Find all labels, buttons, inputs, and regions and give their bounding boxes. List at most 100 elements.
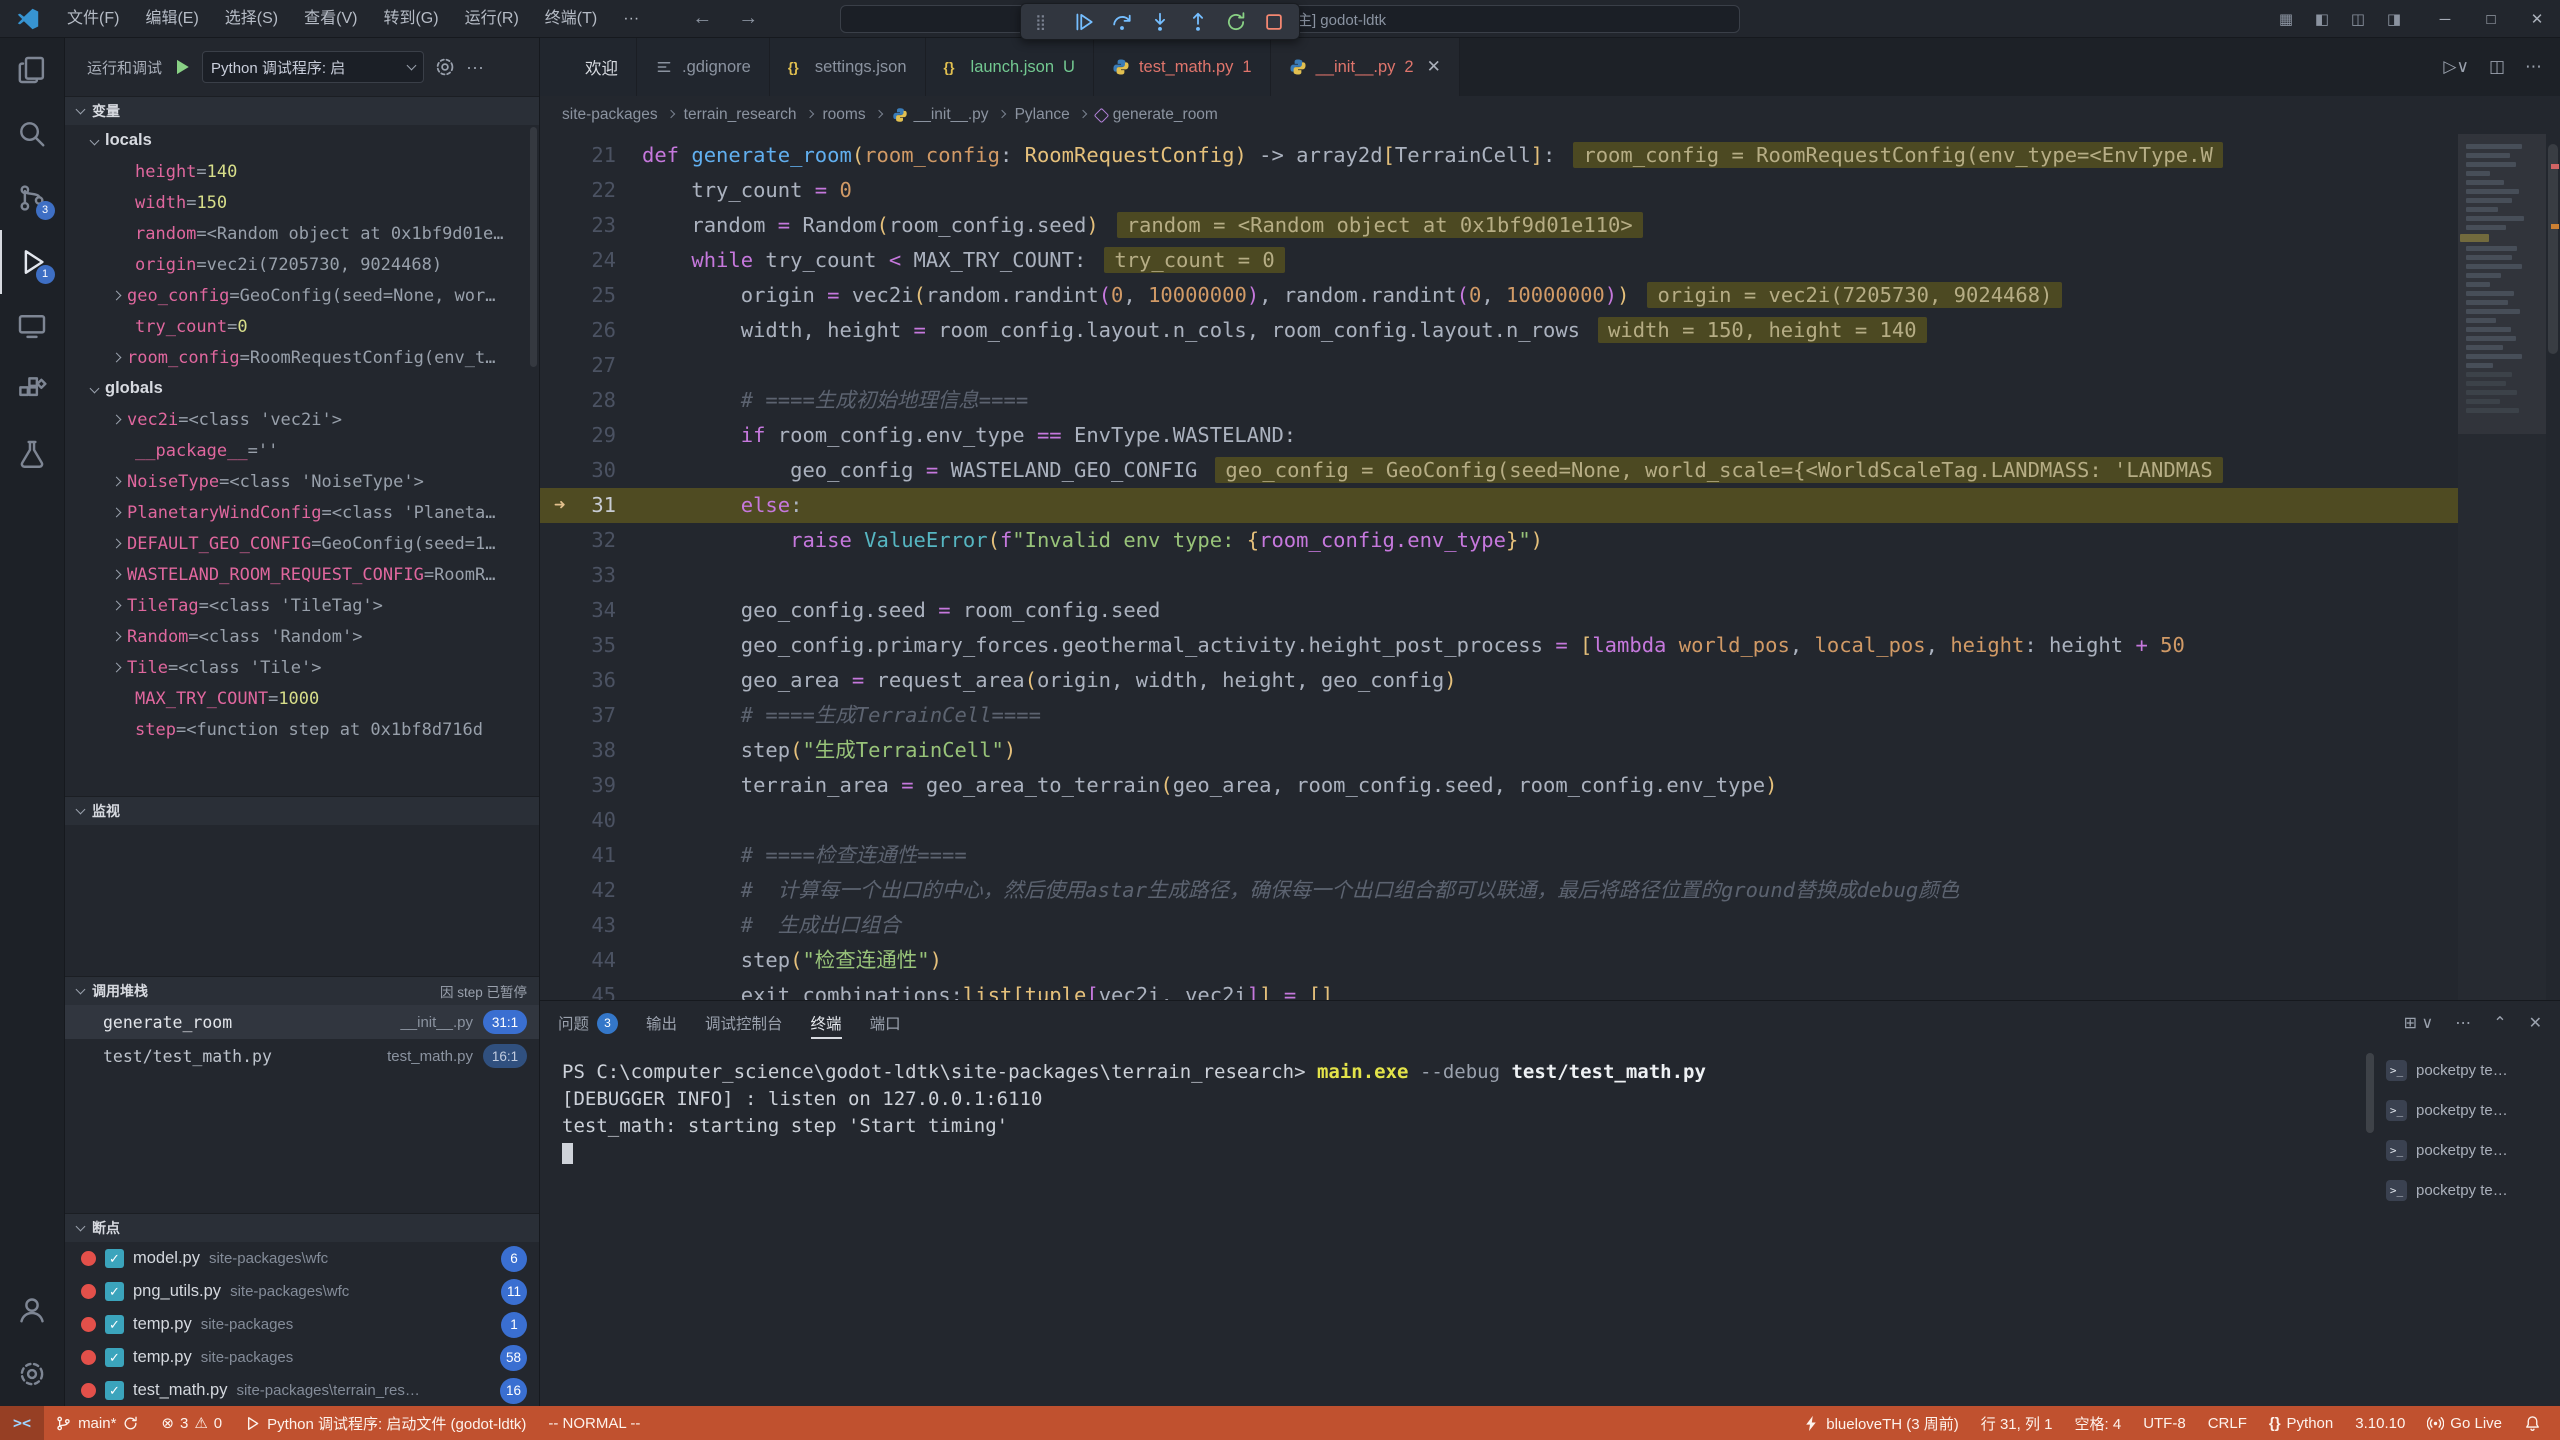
variable-row[interactable]: room_config = RoomRequestConfig(env_t… (65, 342, 539, 373)
code-line-40[interactable]: 40 (540, 803, 2546, 838)
step-out-icon[interactable] (1181, 7, 1215, 37)
sidebar-left-icon[interactable]: ◧ (2306, 10, 2338, 28)
new-terminal-icon[interactable]: ⊞ ∨ (2404, 1013, 2434, 1033)
terminal-scrollbar[interactable] (2366, 1053, 2374, 1133)
run-python-file-icon[interactable]: ▷∨ (2443, 57, 2469, 77)
breakpoint-row[interactable]: ✓temp.pysite-packages1 (65, 1308, 539, 1341)
checkbox-checked-icon[interactable]: ✓ (105, 1381, 124, 1400)
menu-选择(S)[interactable]: 选择(S) (212, 0, 291, 38)
variable-row[interactable]: TileTag = <class 'TileTag'> (65, 590, 539, 621)
variable-group-locals[interactable]: locals (65, 125, 539, 156)
statusbar-debug-config[interactable]: Python 调试程序: 启动文件 (godot-ldtk) (233, 1406, 537, 1440)
code-line-34[interactable]: 34 geo_config.seed = room_config.seed (540, 593, 2546, 628)
variable-row[interactable]: MAX_TRY_COUNT = 1000 (65, 683, 539, 714)
variable-group-globals[interactable]: globals (65, 373, 539, 404)
code-line-44[interactable]: 44 step("检查连通性") (540, 943, 2546, 978)
breakpoint-row[interactable]: ✓model.pysite-packages\wfc6 (65, 1242, 539, 1275)
statusbar-git-branch[interactable]: main* (44, 1406, 150, 1440)
code-line-33[interactable]: 33 (540, 558, 2546, 593)
activitybar-remote-explorer[interactable] (0, 294, 65, 358)
activitybar-testing[interactable] (0, 422, 65, 486)
activitybar-extensions[interactable] (0, 358, 65, 422)
tab-settings.json[interactable]: {}settings.json (770, 38, 926, 96)
menu-···[interactable]: ··· (610, 0, 652, 38)
minimap[interactable] (2458, 134, 2546, 1000)
code-line-28[interactable]: 28 # ====生成初始地理信息==== (540, 383, 2546, 418)
panel-bottom-icon[interactable]: ◫ (2342, 10, 2374, 28)
code-line-21[interactable]: 21def generate_room(room_config: RoomReq… (540, 138, 2546, 173)
close-icon[interactable]: ✕ (1427, 57, 1441, 77)
tab-__init__.py[interactable]: __init__.py2✕ (1271, 38, 1460, 96)
activitybar-source-control[interactable]: 3 (0, 166, 65, 230)
checkbox-checked-icon[interactable]: ✓ (105, 1348, 124, 1367)
menu-运行(R)[interactable]: 运行(R) (452, 0, 532, 38)
terminal-session[interactable]: >_pocketpy te… (2378, 1133, 2560, 1167)
statusbar-go-live[interactable]: Go Live (2416, 1406, 2513, 1440)
activitybar-run-and-debug[interactable]: 1 (0, 230, 65, 294)
tab-launch.json[interactable]: {}launch.jsonU (926, 38, 1094, 96)
breadcrumb-item[interactable]: __init__.py (892, 106, 989, 124)
variable-row[interactable]: WASTELAND_ROOM_REQUEST_CONFIG = RoomR… (65, 559, 539, 590)
step-into-icon[interactable] (1143, 7, 1177, 37)
code-line-23[interactable]: 23 random = Random(room_config.seed)rand… (540, 208, 2546, 243)
variable-row[interactable]: vec2i = <class 'vec2i'> (65, 404, 539, 435)
terminal-output[interactable]: PS C:\computer_science\godot-ldtk\site-p… (540, 1045, 2378, 1406)
variable-row[interactable]: __package__ = '' (65, 435, 539, 466)
statusbar-gitlens-blame[interactable]: blueloveTH (3 周前) (1792, 1406, 1970, 1440)
variable-row[interactable]: geo_config = GeoConfig(seed=None, wor… (65, 280, 539, 311)
variable-row[interactable]: width = 150 (65, 187, 539, 218)
watch-pane-header[interactable]: 监视 (65, 796, 539, 825)
code-line-43[interactable]: 43 # 生成出口组合 (540, 908, 2546, 943)
variable-row[interactable]: Random = <class 'Random'> (65, 621, 539, 652)
sidebar-right-icon[interactable]: ◨ (2378, 10, 2410, 28)
code-line-39[interactable]: 39 terrain_area = geo_area_to_terrain(ge… (540, 768, 2546, 803)
variables-pane-header[interactable]: 变量 (65, 96, 539, 125)
statusbar-cursor-position[interactable]: 行 31, 列 1 (1970, 1406, 2064, 1440)
code-line-35[interactable]: 35 geo_config.primary_forces.geothermal_… (540, 628, 2546, 663)
breakpoints-pane-header[interactable]: 断点 (65, 1213, 539, 1242)
activitybar-search[interactable] (0, 102, 65, 166)
code-line-24[interactable]: 24 while try_count < MAX_TRY_COUNT:try_c… (540, 243, 2546, 278)
variable-row[interactable]: try_count = 0 (65, 311, 539, 342)
variable-row[interactable]: Tile = <class 'Tile'> (65, 652, 539, 683)
more-actions-icon[interactable]: ⋯ (2455, 1013, 2471, 1033)
variable-row[interactable]: origin = vec2i(7205730, 9024468) (65, 249, 539, 280)
code-line-45[interactable]: 45 exit_combinations:list[tuple[vec2i, v… (540, 978, 2546, 1000)
menu-终端(T)[interactable]: 终端(T) (532, 0, 610, 38)
terminal-session[interactable]: >_pocketpy te… (2378, 1053, 2560, 1087)
scrollbar[interactable] (530, 127, 537, 367)
code-line-26[interactable]: 26 width, height = room_config.layout.n_… (540, 313, 2546, 348)
statusbar-vim-mode[interactable]: -- NORMAL -- (537, 1406, 651, 1440)
step-over-icon[interactable] (1105, 7, 1139, 37)
customize-layout-icon[interactable]: ▦ (2270, 10, 2302, 28)
gear-icon[interactable] (434, 56, 456, 78)
stop-icon[interactable] (1257, 7, 1291, 37)
statusbar-notifications[interactable] (2513, 1406, 2552, 1440)
statusbar-eol[interactable]: CRLF (2197, 1406, 2258, 1440)
code-line-25[interactable]: 25 origin = vec2i(random.randint(0, 1000… (540, 278, 2546, 313)
variable-row[interactable]: step = <function step at 0x1bf8d716d (65, 714, 539, 745)
more-actions-icon[interactable]: ··· (466, 57, 484, 78)
menu-编辑(E)[interactable]: 编辑(E) (132, 0, 211, 38)
code-line-27[interactable]: 27 (540, 348, 2546, 383)
statusbar-problems[interactable]: ⊗3⚠0 (150, 1406, 233, 1440)
terminal-session[interactable]: >_pocketpy te… (2378, 1173, 2560, 1207)
tab-test_math.py[interactable]: test_math.py1 (1094, 38, 1271, 96)
panel-tab-输出[interactable]: 输出 (646, 1001, 677, 1045)
checkbox-checked-icon[interactable]: ✓ (105, 1282, 124, 1301)
callstack-pane-header[interactable]: 调用堆栈 因 step 已暂停 (65, 976, 539, 1005)
more-actions-icon[interactable]: ⋯ (2525, 57, 2542, 77)
activitybar-explorer[interactable] (0, 38, 65, 102)
menu-查看(V)[interactable]: 查看(V) (291, 0, 370, 38)
variable-row[interactable]: height = 140 (65, 156, 539, 187)
editor-scrollbar[interactable] (2546, 134, 2560, 1000)
code-line-36[interactable]: 36 geo_area = request_area(origin, width… (540, 663, 2546, 698)
statusbar-encoding[interactable]: UTF-8 (2132, 1406, 2197, 1440)
statusbar-remote-indicator[interactable]: >< (0, 1406, 44, 1440)
code-line-38[interactable]: 38 step("生成TerrainCell") (540, 733, 2546, 768)
split-editor-icon[interactable]: ◫ (2489, 57, 2505, 77)
menu-文件(F)[interactable]: 文件(F) (54, 0, 132, 38)
checkbox-checked-icon[interactable]: ✓ (105, 1249, 124, 1268)
statusbar-python-version[interactable]: 3.10.10 (2344, 1406, 2416, 1440)
minimize-icon[interactable]: ─ (2422, 11, 2468, 28)
